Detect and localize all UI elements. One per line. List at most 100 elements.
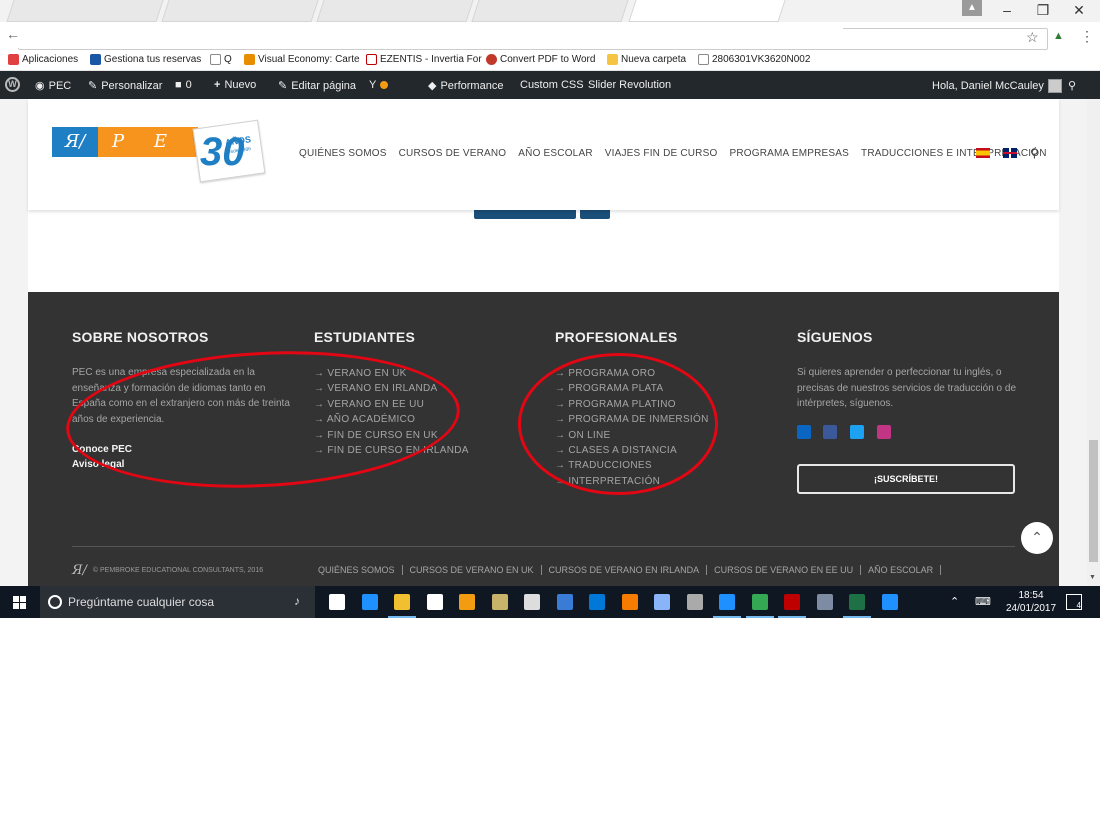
browser-tab[interactable]: [161, 0, 319, 22]
nav-cursos-verano[interactable]: CURSOS DE VERANO: [399, 148, 507, 159]
bookmark-ezentis[interactable]: EZENTIS - Invertia For: [366, 54, 482, 65]
cortana-search-box[interactable]: Pregúntame cualquier cosa ♪: [40, 586, 315, 618]
nav-ano-escolar[interactable]: AÑO ESCOLAR: [518, 148, 592, 159]
yoast-icon: Y: [369, 79, 377, 91]
footer-nav-verano-eeuu[interactable]: CURSOS DE VERANO EN EE UU: [707, 565, 862, 575]
microphone-icon[interactable]: ♪: [294, 594, 300, 608]
chrome-icon[interactable]: [752, 594, 768, 610]
logo-mark[interactable]: Я/: [52, 127, 98, 157]
minimize-icon[interactable]: –: [997, 2, 1017, 18]
plus-icon: +: [214, 79, 221, 91]
filezilla-icon[interactable]: [784, 594, 800, 610]
vlc-icon[interactable]: [622, 594, 638, 610]
bookmark-booking[interactable]: Gestiona tus reservas: [90, 54, 201, 65]
bookmark-nueva-carpeta[interactable]: Nueva carpeta: [607, 54, 686, 65]
nav-programa-empresas[interactable]: PROGRAMA EMPRESAS: [729, 148, 849, 159]
chrome-menu-icon[interactable]: ⋮: [1080, 28, 1094, 45]
bookmark-visual-economy[interactable]: Visual Economy: Carte: [244, 54, 360, 65]
wp-admin-bar: W ◉ PEC ✎ Personalizar ■ 0 + Nuevo ✎ Editar p…: [0, 71, 1100, 99]
bookmark-document[interactable]: 2806301VK3620N002: [698, 54, 810, 65]
windows-start-icon[interactable]: [13, 596, 26, 609]
footer-nav-verano-uk[interactable]: CURSOS DE VERANO EN UK: [402, 565, 542, 575]
help-icon[interactable]: [882, 594, 898, 610]
taskbar-clock[interactable]: 18:54 24/01/2017: [1006, 589, 1056, 615]
browser-tabstrip: [0, 0, 1100, 22]
twitter-icon[interactable]: [850, 425, 864, 439]
restore-icon[interactable]: ❐: [1033, 2, 1053, 19]
content-button-small[interactable]: [580, 210, 610, 219]
search-icon[interactable]: ⚲: [1030, 146, 1039, 160]
wp-slider-link[interactable]: Slider Revolution: [588, 79, 671, 91]
task-view-icon[interactable]: [329, 594, 345, 610]
wp-site-link[interactable]: ◉ PEC: [35, 79, 71, 93]
paint-icon[interactable]: [459, 594, 475, 610]
footer-nav-verano-irlanda[interactable]: CURSOS DE VERANO EN IRLANDA: [541, 565, 708, 575]
browser-tab-active[interactable]: [628, 0, 786, 22]
excel-icon[interactable]: [849, 594, 865, 610]
performance-icon: ◆: [428, 80, 437, 92]
logo-text[interactable]: P E C: [98, 127, 198, 182]
spain-flag-icon[interactable]: [976, 148, 990, 158]
footer-heading-students: ESTUDIANTES: [314, 329, 415, 345]
instagram-icon[interactable]: [877, 425, 891, 439]
bookmark-star-icon[interactable]: ☆: [1026, 29, 1039, 46]
game-icon[interactable]: [687, 594, 703, 610]
bookmark-aplicaciones[interactable]: Aplicaciones: [8, 54, 78, 65]
browser-tab[interactable]: [316, 0, 474, 22]
uk-flag-icon[interactable]: [1003, 148, 1017, 158]
wp-performance-link[interactable]: ◆ Performance: [428, 79, 503, 93]
pencil-icon: ✎: [278, 80, 288, 92]
subscribe-button[interactable]: ¡SUSCRÍBETE!: [797, 464, 1015, 494]
extension-icon[interactable]: ▲: [1053, 30, 1064, 42]
back-arrow-icon[interactable]: ←: [6, 26, 20, 42]
brush-icon: ✎: [88, 80, 98, 92]
edge-icon[interactable]: [362, 594, 378, 610]
wp-search-icon[interactable]: ⚲: [1068, 79, 1076, 92]
page-icon: [210, 54, 221, 65]
wp-account-link[interactable]: Hola, Daniel McCauley: [932, 79, 1062, 93]
app-icon[interactable]: [654, 594, 670, 610]
yoast-seo-link[interactable]: Y: [369, 79, 389, 91]
browser-tab[interactable]: [6, 0, 164, 22]
file-explorer-icon[interactable]: [394, 594, 410, 610]
bookmark-q[interactable]: Q: [210, 54, 232, 65]
visual-economy-icon: [244, 54, 255, 65]
calculator-icon[interactable]: [524, 594, 540, 610]
browser-tab[interactable]: [471, 0, 629, 22]
outlook-icon[interactable]: [589, 594, 605, 610]
scroll-to-top-button[interactable]: ⌃: [1021, 522, 1053, 554]
notes-icon[interactable]: [492, 594, 508, 610]
scrollbar-thumb[interactable]: [1089, 440, 1098, 562]
pdf-icon: [486, 54, 497, 65]
tray-expand-icon[interactable]: ⌃: [950, 595, 959, 608]
booking-icon: [90, 54, 101, 65]
page-icon: [698, 54, 709, 65]
address-redaction: [18, 22, 843, 48]
bookmark-convert-pdf[interactable]: Convert PDF to Word: [486, 54, 595, 65]
close-icon[interactable]: ✕: [1069, 2, 1089, 19]
footer-nav-ano-escolar[interactable]: AÑO ESCOLAR: [861, 565, 942, 575]
nav-quienes-somos[interactable]: QUIÉNES SOMOS: [299, 148, 387, 159]
scroll-down-icon[interactable]: ▼: [1089, 574, 1096, 581]
nav-traducciones[interactable]: TRADUCCIONES E INTERPRETACIÓN: [861, 148, 1047, 159]
ie-icon[interactable]: [719, 594, 735, 610]
nav-viajes-fin-curso[interactable]: VIAJES FIN DE CURSO: [605, 148, 718, 159]
content-button[interactable]: [474, 210, 576, 219]
profile-icon[interactable]: ▲: [962, 0, 982, 16]
wordpress-icon[interactable]: W: [5, 77, 20, 92]
seo-status-dot: [380, 81, 389, 89]
linkedin-icon[interactable]: [797, 425, 811, 439]
facebook-icon[interactable]: [823, 425, 837, 439]
photos-icon[interactable]: [557, 594, 573, 610]
wp-new-link[interactable]: + Nuevo: [214, 79, 256, 91]
keyboard-icon[interactable]: ⌨: [975, 595, 991, 608]
settings-app-icon[interactable]: [817, 594, 833, 610]
wp-custom-css-link[interactable]: Custom CSS: [520, 79, 584, 91]
taskbar-active-indicator: [778, 616, 806, 618]
store-icon[interactable]: [427, 594, 443, 610]
footer-nav-quienes-somos[interactable]: QUIÉNES SOMOS: [318, 565, 403, 575]
wp-customize-link[interactable]: ✎ Personalizar: [88, 79, 162, 93]
notifications-icon[interactable]: 4: [1066, 594, 1082, 610]
wp-edit-page-link[interactable]: ✎ Editar página: [278, 79, 356, 93]
wp-comments-link[interactable]: ■ 0: [175, 79, 192, 91]
